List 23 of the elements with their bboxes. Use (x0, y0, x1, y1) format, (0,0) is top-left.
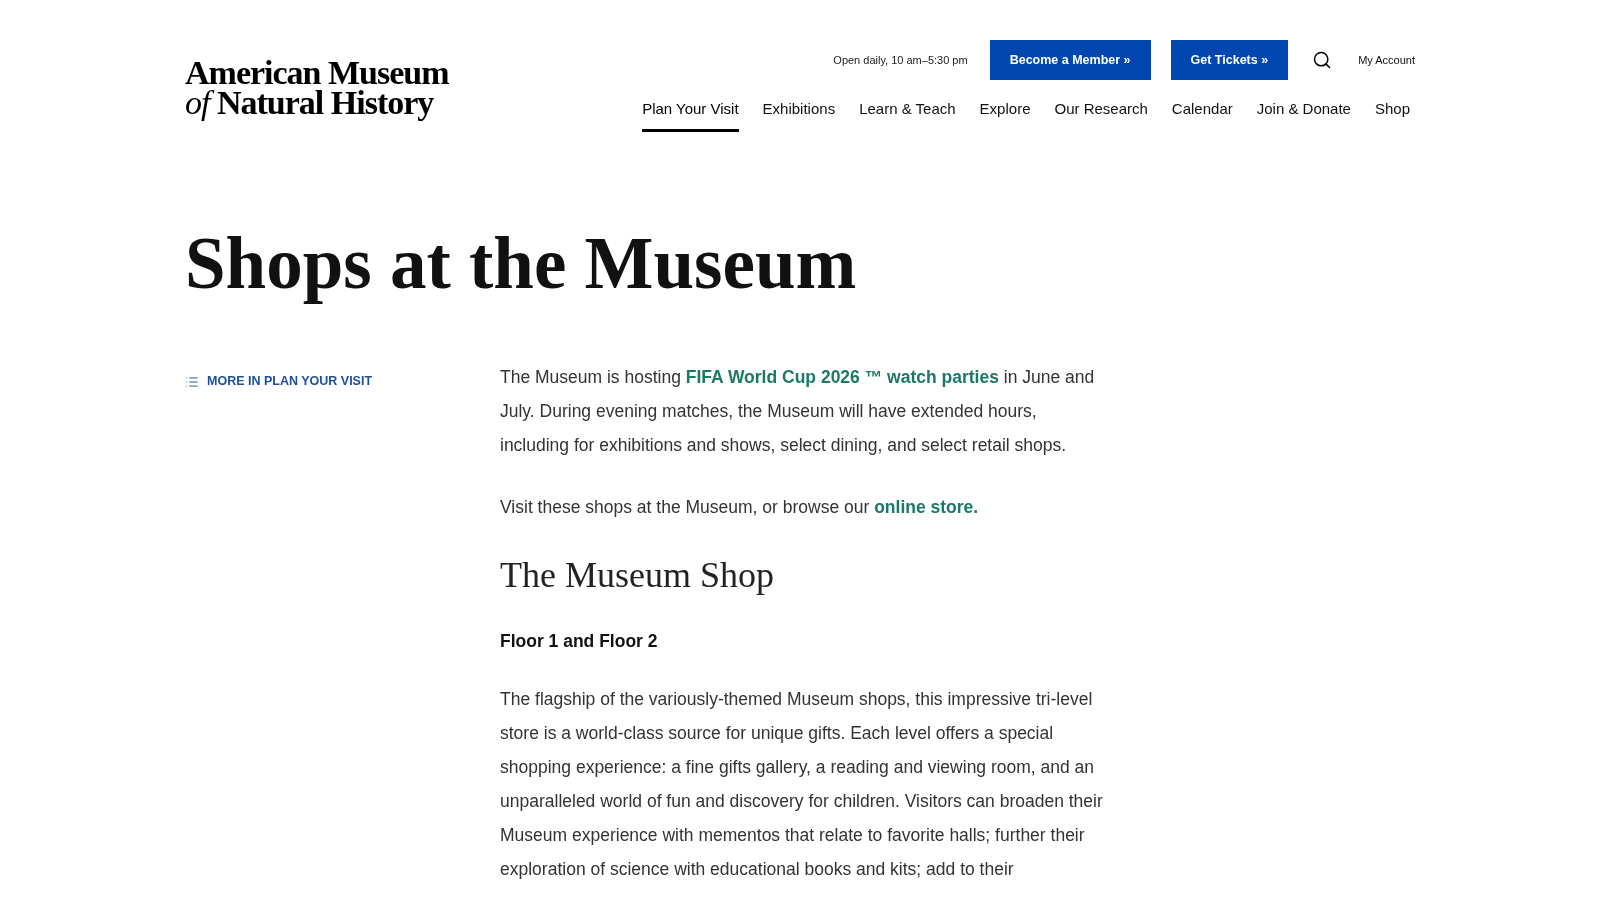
nav-link[interactable]: Plan Your Visit (642, 98, 739, 132)
nav-link[interactable]: Join & Donate (1256, 98, 1351, 132)
account-link[interactable]: My Account (1358, 51, 1415, 69)
cta-button[interactable]: Become a Member » (989, 40, 1151, 80)
text-link[interactable]: FIFA World Cup 2026 ™ watch parties (685, 366, 999, 387)
list-icon (185, 374, 199, 389)
nav-link[interactable]: Explore (979, 98, 1031, 132)
search-icon (1312, 50, 1333, 70)
text-link[interactable]: online store. (874, 496, 979, 517)
section-menu-link[interactable]: MORE IN PLAN YOUR VISIT (185, 372, 373, 391)
nav-link[interactable]: Shop (1374, 98, 1410, 132)
page-title: Shops at the Museum (185, 223, 857, 304)
nav-link[interactable]: Learn & Teach (859, 98, 956, 132)
nav-link[interactable]: Exhibitions (762, 98, 836, 132)
nav-link[interactable]: Our Research (1054, 98, 1148, 132)
section-subheading: Floor 1 and Floor 2 (500, 629, 659, 653)
section-heading: The Museum Shop (500, 553, 775, 597)
body-paragraph: Visit these shops at the Museum, or browse our online store. (500, 495, 980, 519)
body-paragraph: The Museum is hosting FIFA World Cup 2026 ™ watch parties in June and July. During evening matches, the Museum will have extended hours, including for exhibitions and shows, select dining, and select retail shops. (500, 365, 1096, 457)
opening-hours: Open daily, 10 am–5:30 pm (833, 52, 968, 68)
body-paragraph: The flagship of the variously-themed Museum shops, this impressive tri-level store is a world-class source for unique gifts. Each level offers a special shopping experience: a fine gifts gallery, a reading and viewing room, and an unparalleled world of fun and discovery for children. Visitors can broaden their Museum experience with mementos that relate to favorite halls; further their exploration of science with educational books and kits; add to their (500, 687, 1104, 881)
nav-link[interactable]: Calendar (1171, 98, 1233, 132)
cta-button[interactable]: Get Tickets » (1170, 40, 1289, 80)
